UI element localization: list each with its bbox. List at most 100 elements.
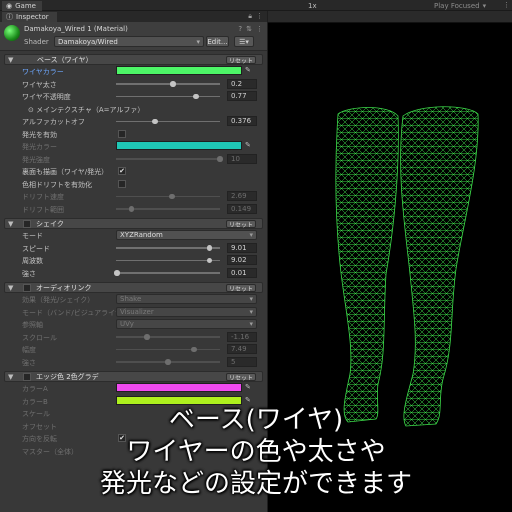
section-header-base[interactable]: ▼ ベース（ワイヤ） リセット [4, 54, 263, 65]
prop-drift-range: ドリフト範囲 0.149 [4, 203, 263, 216]
caption-overlay: ベース(ワイヤ) ワイヤーの色や太さや 発光などの設定ができます [0, 404, 512, 500]
axis-dropdown[interactable]: UVy ▾ [116, 319, 257, 329]
mode-dropdown[interactable]: XYZRandom ▾ [116, 230, 257, 240]
prop-label: アルファカットオフ [22, 118, 85, 126]
section-header-edge-gradient[interactable]: ▼ エッジ色 2色グラデ リセット [4, 371, 263, 382]
prop-label: 効果（発光/シェイク） [22, 296, 95, 304]
slider-track[interactable] [116, 120, 220, 122]
play-mode-dropdown[interactable]: Play Focused ▾ [430, 1, 490, 10]
section-checkbox[interactable] [23, 372, 31, 381]
tab-game[interactable]: ◉ Game [2, 1, 42, 11]
checkbox[interactable] [118, 129, 126, 138]
caption-line-2: ワイヤーの色や太さや [126, 437, 386, 467]
number-field[interactable]: 0.2 [227, 78, 257, 89]
checkbox[interactable]: ✔ [118, 167, 126, 175]
slider-track[interactable] [116, 247, 220, 249]
prop-hue-shift: 色相ドリフトを有効化 [4, 178, 263, 191]
prop-shake-speed: スピード 9.01 [4, 242, 263, 255]
prop-edge-color-a: カラーA ✎ [4, 382, 263, 395]
slider-track[interactable] [116, 95, 220, 97]
number-field[interactable]: 9.01 [227, 242, 257, 253]
number-field[interactable]: 9.02 [227, 255, 257, 265]
eyedropper-icon[interactable]: ✎ [245, 396, 251, 404]
number-field[interactable]: 0.77 [227, 91, 257, 101]
eyedropper-icon[interactable]: ✎ [245, 141, 251, 149]
slider-thumb[interactable] [170, 81, 176, 87]
checkbox[interactable] [118, 179, 126, 188]
slider-thumb[interactable] [191, 346, 197, 352]
slider-thumb[interactable] [144, 334, 150, 340]
shader-list-button[interactable]: ☰▾ [234, 36, 254, 47]
slider-thumb[interactable] [128, 206, 135, 212]
slider-thumb[interactable] [165, 359, 171, 365]
tab-inspector[interactable]: ⓘ Inspector [2, 12, 57, 22]
number-field[interactable]: 10 [227, 153, 257, 164]
reset-button[interactable]: リセット [226, 373, 256, 382]
effect-dropdown[interactable]: Shake ▾ [116, 294, 257, 304]
reset-button[interactable]: リセット [226, 220, 256, 229]
eyedropper-icon[interactable]: ✎ [245, 383, 251, 391]
chevron-down-icon: ▾ [196, 37, 200, 46]
edit-shader-button[interactable]: Edit... [206, 36, 229, 47]
slider-track[interactable] [116, 195, 220, 197]
prop-label: ドリフト範囲 [22, 205, 64, 214]
number-field[interactable]: 5 [227, 356, 257, 367]
gamepad-icon: ◉ [6, 2, 13, 10]
help-icon[interactable]: ? [238, 25, 242, 33]
chevron-down-icon[interactable]: ▼ [5, 373, 15, 381]
slider-track[interactable] [116, 259, 220, 261]
texture-icon[interactable]: ⊙ [28, 106, 34, 114]
caption-line-3: 発光などの設定ができます [99, 469, 412, 499]
material-name: Damakoya_Wired 1 (Material) [24, 25, 128, 33]
number-field[interactable]: 0.01 [227, 267, 257, 278]
slider-track[interactable] [116, 83, 220, 85]
reset-button[interactable]: リセット [226, 56, 256, 65]
slider-thumb[interactable] [114, 270, 120, 276]
chevron-down-icon: ▾ [249, 320, 253, 328]
leg-right [335, 107, 399, 423]
chevron-down-icon[interactable]: ▼ [5, 220, 15, 228]
prop-emission-color: 発光カラー ✎ [4, 140, 263, 153]
section-checkbox[interactable] [23, 283, 31, 292]
color-field[interactable] [116, 66, 242, 75]
color-field[interactable] [116, 383, 242, 392]
slider-thumb[interactable] [217, 156, 223, 162]
prop-label: 幅度 [22, 346, 36, 354]
prop-audio-scroll: スクロール -1.16 [4, 331, 263, 344]
slider-thumb[interactable] [206, 245, 213, 251]
number-field[interactable]: 0.149 [227, 203, 257, 214]
more-options-icon[interactable]: ⋮ [256, 25, 263, 33]
chevron-down-icon[interactable]: ▼ [5, 284, 15, 292]
chevron-down-icon[interactable]: ▼ [5, 56, 15, 64]
slider-thumb[interactable] [152, 118, 158, 124]
mode-dropdown[interactable]: Visualizer ▾ [116, 306, 257, 317]
section-header-shake[interactable]: ▼ シェイク リセット [4, 218, 263, 229]
more-options-icon[interactable]: ⋮ [256, 12, 263, 21]
slider-track[interactable] [116, 272, 220, 274]
scale-label[interactable]: 1x [308, 2, 317, 10]
settings-icon[interactable]: ⇅ [246, 25, 252, 33]
slider-track[interactable] [116, 158, 220, 160]
section-title: エッジ色 2色グラデ [36, 372, 99, 381]
reset-button[interactable]: リセット [226, 284, 256, 293]
number-field[interactable]: 0.376 [227, 116, 257, 126]
slider-thumb[interactable] [193, 93, 199, 99]
slider-thumb[interactable] [206, 257, 213, 263]
section-checkbox[interactable] [23, 219, 31, 228]
shader-dropdown[interactable]: Damakoya/Wired ▾ [54, 36, 204, 47]
lock-icon[interactable]: 🔒︎ [248, 12, 252, 21]
slider-track[interactable] [116, 336, 220, 338]
prop-label: 発光を有効 [22, 130, 57, 139]
shader-label: Shader [24, 38, 49, 46]
number-field[interactable]: -1.16 [227, 331, 257, 342]
slider-track[interactable] [116, 348, 220, 350]
number-field[interactable]: 2.69 [227, 191, 257, 201]
number-field[interactable]: 7.49 [227, 344, 257, 354]
prop-audio-axis: 参照軸 UVy ▾ [4, 318, 263, 331]
prop-main-texture: ⊙ メインテクスチャ（A=アルファ） [4, 103, 263, 116]
section-header-audio-link[interactable]: ▼ オーディオリンク リセット [4, 282, 263, 293]
slider-thumb[interactable] [169, 193, 175, 199]
color-field[interactable] [116, 141, 242, 150]
more-options-icon[interactable]: ⋮ [503, 1, 510, 9]
eyedropper-icon[interactable]: ✎ [245, 66, 251, 74]
